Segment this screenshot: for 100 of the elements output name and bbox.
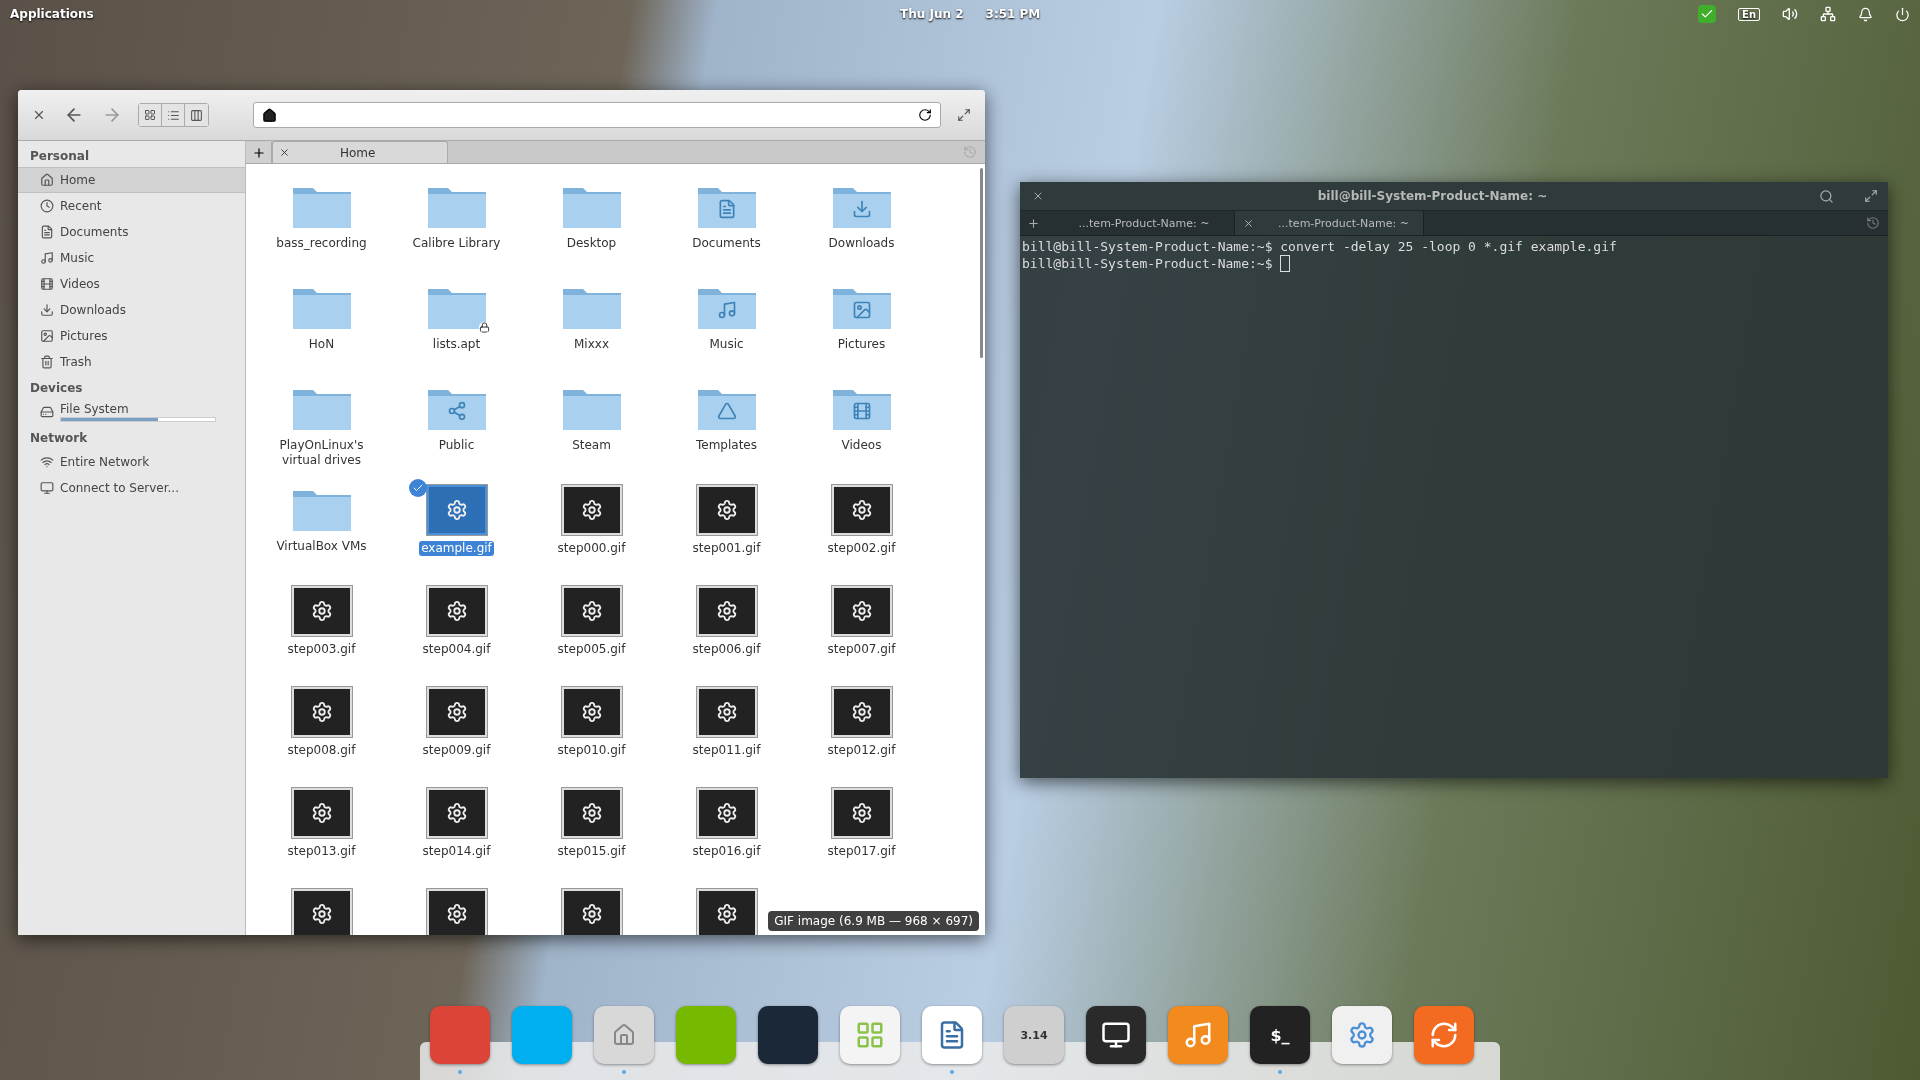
file-name: step000.gif: [556, 541, 627, 556]
sidebar-label: Connect to Server...: [60, 481, 179, 495]
home-icon: [40, 173, 54, 187]
recent-icon: [40, 199, 54, 213]
file-name: Steam: [571, 438, 612, 453]
document-icon[interactable]: [922, 1006, 982, 1064]
check-shield-icon[interactable]: [1698, 5, 1717, 23]
sidebar-label: Documents: [60, 225, 129, 239]
file-name: step002.gif: [826, 541, 897, 556]
file-name: step016.gif: [691, 844, 762, 859]
plus-icon[interactable]: [251, 145, 266, 160]
tooltip: GIF image (6.9 MB — 968 × 697): [768, 911, 979, 931]
file-name: step014.gif: [421, 844, 492, 859]
pictures-icon: [40, 329, 54, 343]
music-note-icon[interactable]: [1168, 1006, 1228, 1064]
file-name: HoN: [307, 337, 336, 352]
file-name: Templates: [695, 438, 758, 453]
grid-icon[interactable]: [144, 109, 156, 121]
file-name: Calibre Library: [411, 236, 502, 251]
file-name: Pictures: [836, 337, 887, 352]
scrollbar-thumb[interactable]: [980, 168, 983, 358]
columns-icon[interactable]: [190, 108, 203, 122]
column-view-button[interactable]: [185, 104, 208, 126]
sidebar-label: Home: [60, 173, 96, 187]
file-name: step015.gif: [556, 844, 627, 859]
sidebar-item[interactable]: Recent: [18, 193, 245, 219]
file-name: Documents: [691, 236, 762, 251]
check-icon: [409, 479, 427, 497]
sidebar-item[interactable]: Connect to Server...: [18, 475, 245, 501]
file-name: step006.gif: [691, 642, 762, 657]
drive-icon: [40, 405, 54, 419]
file-name: step003.gif: [286, 642, 357, 657]
sync-icon[interactable]: [1414, 1006, 1474, 1064]
tab[interactable]: ...tem-Product-Name: ~: [1235, 211, 1424, 235]
notification-bell-icon[interactable]: [1858, 6, 1873, 22]
list-view-button[interactable]: [162, 104, 185, 126]
calculator-icon[interactable]: 3.14: [1004, 1006, 1064, 1064]
network-icon[interactable]: [1820, 6, 1836, 22]
file-name: lists.apt: [431, 337, 482, 352]
maximize-button[interactable]: [955, 106, 973, 124]
music-icon: [40, 251, 54, 265]
sidebar-item[interactable]: Music: [18, 245, 245, 271]
file-name: step010.gif: [556, 743, 627, 758]
search-icon[interactable]: [1819, 188, 1834, 204]
window-title: bill@bill-System-Product-Name: ~: [1317, 189, 1548, 203]
file-name: step012.gif: [826, 743, 897, 758]
keyboard-layout-indicator[interactable]: En: [1738, 7, 1760, 21]
icon-view-button[interactable]: [139, 104, 162, 126]
sidebar-item[interactable]: Pictures: [18, 323, 245, 349]
maximize-icon[interactable]: [1864, 189, 1878, 203]
file-name: Music: [708, 337, 745, 352]
history-icon[interactable]: [1866, 216, 1880, 230]
monitor-icon: [40, 481, 54, 495]
terminal-icon[interactable]: $_: [1250, 1006, 1310, 1064]
sidebar-item[interactable]: File System: [18, 399, 245, 425]
file-name: step001.gif: [691, 541, 762, 556]
sidebar-label: Recent: [60, 199, 102, 213]
applications-menu[interactable]: Applications: [10, 7, 94, 21]
home-icon: [262, 107, 277, 123]
sidebar-item[interactable]: Videos: [18, 271, 245, 297]
sidebar-label: Entire Network: [60, 455, 150, 469]
file-name: step013.gif: [286, 844, 357, 859]
sidebar-item[interactable]: Downloads: [18, 297, 245, 323]
trash-icon: [40, 355, 54, 369]
file-name: Downloads: [827, 236, 896, 251]
sidebar-heading: Personal: [29, 148, 90, 165]
downloads-icon: [40, 303, 54, 317]
file-name: step004.gif: [421, 642, 492, 657]
file-name: Public: [437, 438, 476, 453]
file-name: step011.gif: [691, 743, 762, 758]
sidebar-label: Music: [60, 251, 95, 265]
close-tab-icon: [279, 147, 290, 158]
tab[interactable]: Home: [272, 141, 448, 163]
sidebar-item[interactable]: Home: [18, 167, 245, 193]
sidebar-heading: Network: [29, 430, 89, 447]
sidebar-label: File System: [60, 402, 130, 416]
sidebar-heading: Devices: [29, 380, 84, 397]
power-icon[interactable]: [1895, 6, 1910, 22]
sidebar-item[interactable]: Trash: [18, 349, 245, 375]
file-name: Desktop: [565, 236, 618, 251]
sidebar-item[interactable]: Documents: [18, 219, 245, 245]
documents-icon: [40, 225, 54, 239]
wifi-icon: [40, 455, 54, 469]
file-name: step007.gif: [826, 642, 897, 657]
videos-icon: [40, 277, 54, 291]
new-tab-button[interactable]: [246, 142, 272, 163]
file-name: PlayOnLinux's virtual drives: [278, 438, 365, 468]
sidebar-item[interactable]: Entire Network: [18, 449, 245, 475]
file-name: step008.gif: [286, 743, 357, 758]
list-icon[interactable]: [166, 108, 180, 122]
sidebar-label: Downloads: [60, 303, 126, 317]
sidebar-label: Videos: [60, 277, 100, 291]
file-name: VirtualBox VMs: [275, 539, 368, 554]
plus-icon[interactable]: [1026, 216, 1040, 230]
terminal-line: bill@bill-System-Product-Name:~$ convert -delay 25 -loop 0 *.gif example.gif: [1022, 238, 1617, 255]
file-name: step017.gif: [826, 844, 897, 859]
terminal-line: bill@bill-System-Product-Name:~$: [1022, 255, 1274, 272]
volume-icon[interactable]: [1782, 6, 1798, 22]
file-name: example.gif: [419, 541, 494, 556]
reload-icon: [918, 108, 932, 122]
